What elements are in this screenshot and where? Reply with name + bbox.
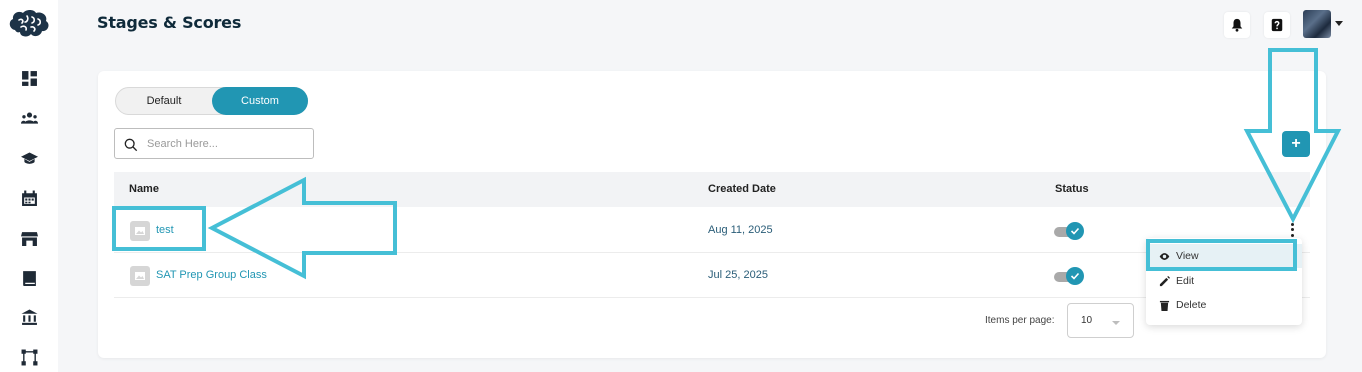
toggle-custom[interactable]: Custom bbox=[212, 87, 308, 115]
bank-icon[interactable] bbox=[19, 307, 39, 327]
row-name-link[interactable]: SAT Prep Group Class bbox=[156, 269, 267, 281]
graduation-cap-icon[interactable] bbox=[19, 148, 39, 168]
menu-item-delete[interactable]: Delete bbox=[1146, 293, 1302, 317]
more-actions-icon[interactable] bbox=[1288, 222, 1296, 238]
menu-item-view[interactable]: View bbox=[1146, 244, 1302, 268]
row-created-date: Aug 11, 2025 bbox=[708, 224, 773, 236]
page-title: Stages & Scores bbox=[97, 13, 242, 32]
column-created-date: Created Date bbox=[708, 183, 776, 195]
pencil-icon bbox=[1159, 275, 1170, 286]
workflow-icon[interactable] bbox=[19, 347, 39, 367]
items-per-page-label: Items per page: bbox=[985, 315, 1055, 326]
table-row: SAT Prep Group Class Jul 25, 2025 bbox=[114, 253, 1310, 298]
eye-icon bbox=[1159, 252, 1170, 260]
book-icon[interactable] bbox=[19, 268, 39, 288]
check-icon bbox=[1070, 272, 1080, 280]
table-header: Name Created Date Status bbox=[114, 172, 1310, 207]
search-input[interactable] bbox=[147, 135, 307, 153]
items-per-page-value: 10 bbox=[1081, 315, 1093, 326]
column-name: Name bbox=[129, 183, 159, 195]
image-placeholder-icon bbox=[130, 221, 150, 241]
menu-item-label: Delete bbox=[1176, 299, 1207, 311]
column-status: Status bbox=[1055, 183, 1089, 195]
add-button[interactable]: + bbox=[1282, 131, 1310, 157]
users-icon[interactable] bbox=[19, 108, 39, 128]
search-icon bbox=[124, 138, 138, 152]
menu-item-label: Edit bbox=[1176, 275, 1195, 287]
avatar[interactable] bbox=[1303, 10, 1331, 38]
chevron-down-icon[interactable] bbox=[1335, 21, 1343, 26]
brain-logo-icon[interactable] bbox=[7, 8, 51, 40]
menu-item-label: View bbox=[1176, 250, 1199, 262]
search-box bbox=[114, 128, 314, 159]
items-per-page-select[interactable]: 10 bbox=[1067, 303, 1134, 338]
image-placeholder-icon bbox=[130, 266, 150, 286]
table-row: test Aug 11, 2025 bbox=[114, 208, 1310, 253]
dashboard-icon[interactable] bbox=[19, 68, 39, 88]
row-name-link[interactable]: test bbox=[156, 224, 174, 236]
menu-item-edit[interactable]: Edit bbox=[1146, 269, 1302, 293]
default-custom-toggle: Default Custom bbox=[115, 87, 308, 115]
trash-icon bbox=[1159, 300, 1170, 311]
store-icon[interactable] bbox=[19, 228, 39, 248]
status-toggle[interactable] bbox=[1054, 267, 1084, 285]
row-action-menu: View Edit Delete bbox=[1146, 238, 1302, 325]
status-toggle[interactable] bbox=[1054, 222, 1084, 240]
bell-icon[interactable] bbox=[1224, 12, 1250, 38]
toggle-default[interactable]: Default bbox=[116, 87, 212, 115]
calendar-icon[interactable] bbox=[19, 188, 39, 208]
row-created-date: Jul 25, 2025 bbox=[708, 269, 768, 281]
chevron-down-icon bbox=[1112, 321, 1120, 325]
help-icon[interactable] bbox=[1264, 12, 1290, 38]
check-icon bbox=[1070, 227, 1080, 235]
sidebar bbox=[0, 0, 58, 372]
